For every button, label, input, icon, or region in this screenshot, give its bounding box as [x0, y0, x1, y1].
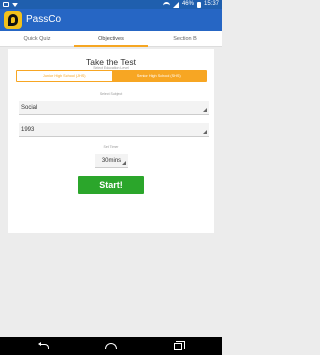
signal-icon [172, 1, 179, 8]
tab-quick-quiz[interactable]: Quick Quiz [0, 31, 74, 47]
wifi-icon [162, 2, 170, 7]
recent-apps-icon [174, 340, 185, 350]
screen: 46% 15:37 PassCo Quick Quiz Objectives S… [0, 0, 222, 355]
back-icon [37, 341, 49, 349]
image-icon [3, 2, 9, 7]
battery-percent: 46% [181, 1, 194, 7]
clock: 15:37 [203, 1, 219, 7]
home-icon [105, 343, 117, 349]
tab-indicator [74, 45, 148, 47]
app-bar: PassCo [0, 9, 222, 31]
tab-section-b[interactable]: Section B [148, 31, 222, 47]
test-setup-card: Take the Test Select Education Level Jun… [8, 49, 214, 233]
home-button[interactable] [100, 337, 122, 355]
year-value: 1993 [21, 127, 35, 133]
timer-value: 30mins [101, 158, 122, 164]
battery-icon [196, 1, 201, 8]
subject-select[interactable]: Social [19, 101, 209, 115]
system-nav-bar [0, 337, 222, 355]
status-bar: 46% 15:37 [0, 0, 222, 9]
recent-apps-button[interactable] [167, 337, 189, 355]
app-logo [4, 11, 22, 29]
download-icon [12, 2, 18, 7]
start-button[interactable]: Start! [78, 176, 144, 194]
option-jhs[interactable]: Junior High School (JHS) [17, 71, 112, 81]
year-select[interactable]: 1993 [19, 123, 209, 137]
subject-value: Social [21, 105, 38, 111]
timer-select[interactable]: 30mins [95, 154, 128, 168]
dropdown-caret-icon [203, 108, 207, 112]
back-button[interactable] [33, 337, 55, 355]
timer-label: Set Timer [103, 145, 119, 149]
dropdown-caret-icon [203, 130, 207, 134]
option-shs[interactable]: Senior High School (SHS) [111, 71, 206, 81]
dropdown-caret-icon [122, 161, 126, 165]
tab-bar: Quick Quiz Objectives Section B [0, 31, 222, 47]
education-level-toggle: Junior High School (JHS) Senior High Sch… [16, 70, 207, 82]
app-title: PassCo [26, 14, 62, 25]
subject-label: Select Subject [99, 92, 123, 96]
